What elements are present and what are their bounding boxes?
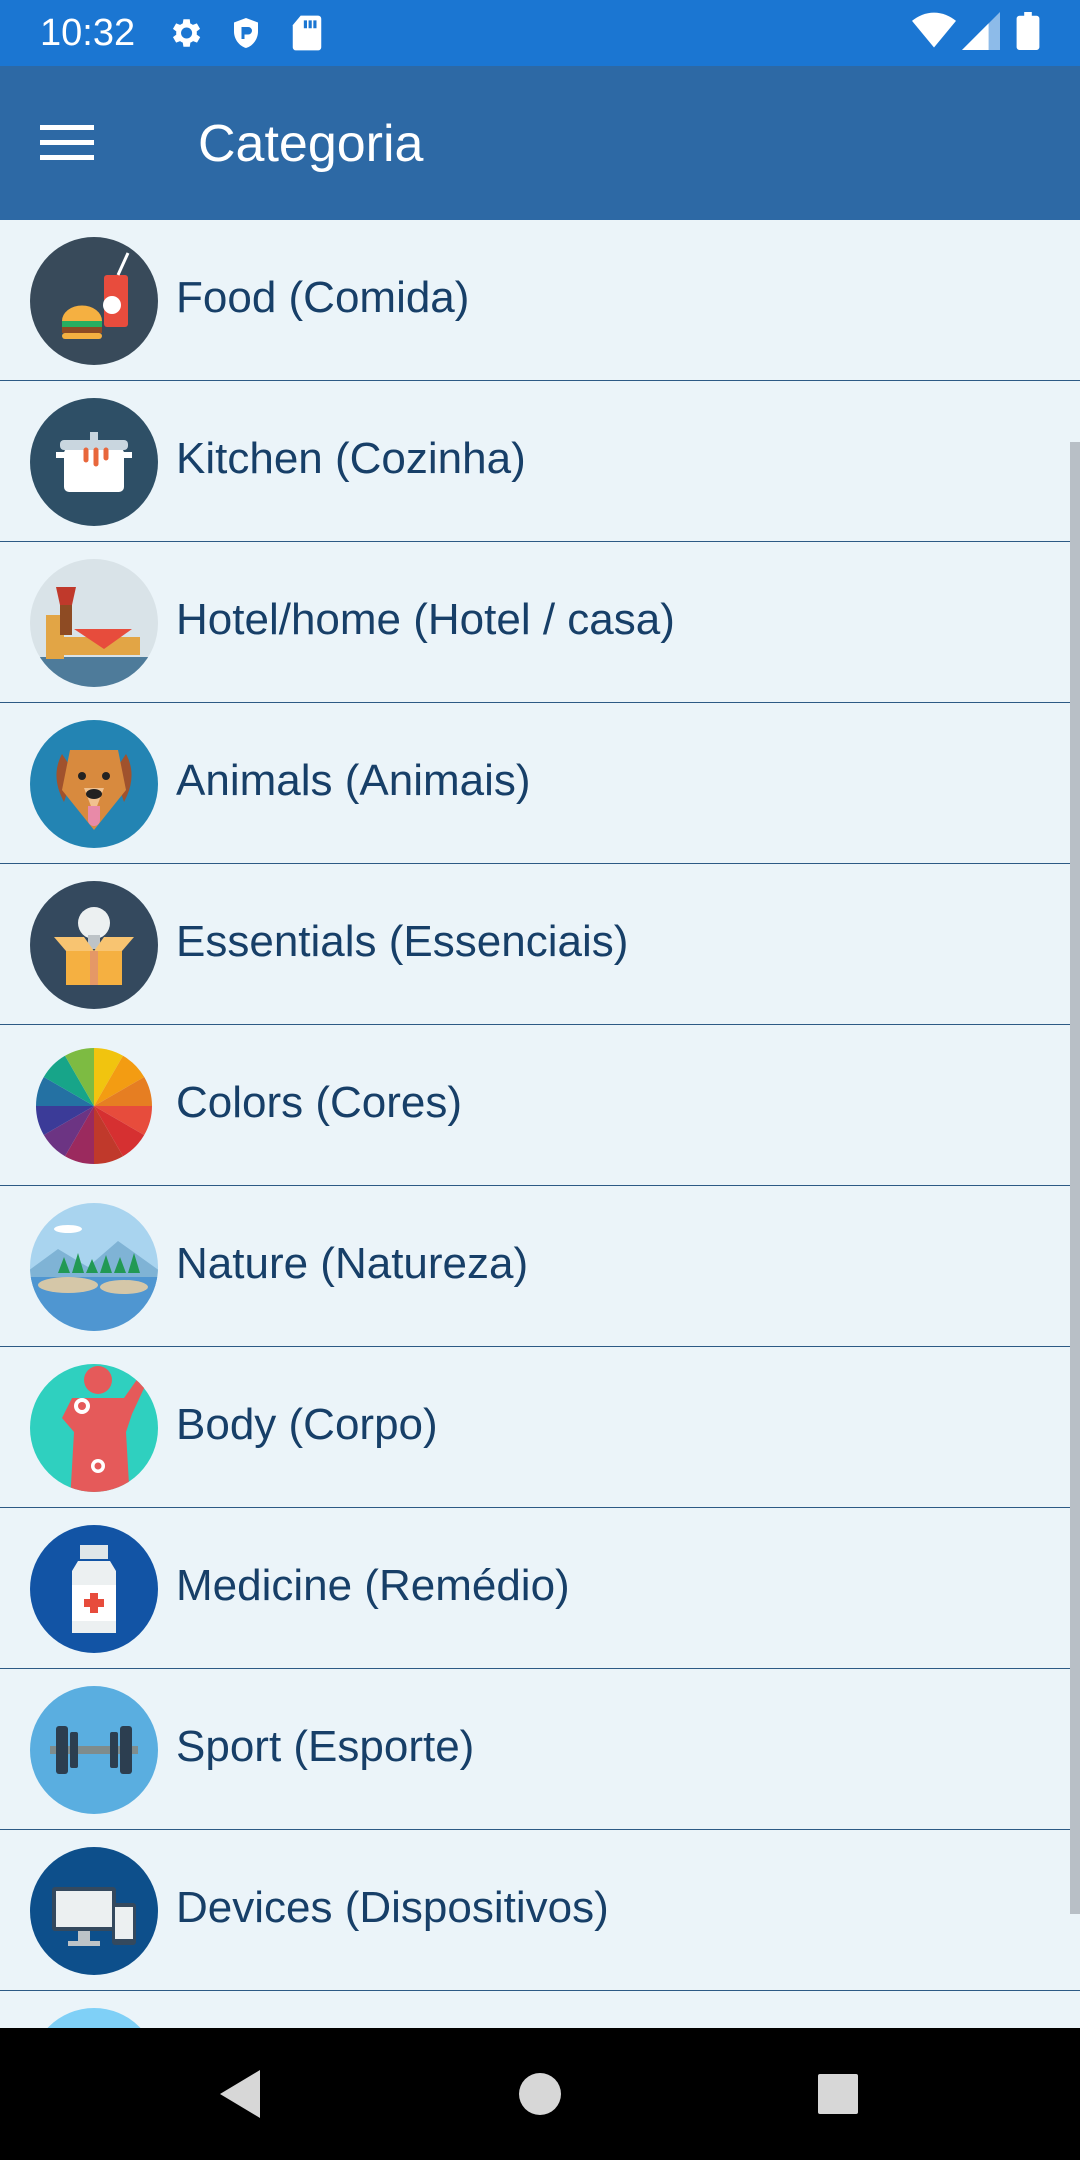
- landscape-icon: [28, 1201, 160, 1333]
- category-item-kitchen[interactable]: Kitchen (Cozinha): [0, 381, 1080, 542]
- category-item-body[interactable]: Body (Corpo): [0, 1347, 1080, 1508]
- category-item-devices[interactable]: Devices (Dispositivos): [0, 1830, 1080, 1991]
- page-title: Categoria: [198, 115, 424, 173]
- bed-lamp-icon: [28, 557, 160, 689]
- category-label: Kitchen (Cozinha): [176, 434, 526, 483]
- category-item-nature[interactable]: Nature (Natureza): [0, 1186, 1080, 1347]
- category-label: Animals (Animais): [176, 756, 531, 805]
- scrollbar[interactable]: [1070, 442, 1080, 1914]
- category-item-hotel-home[interactable]: Hotel/home (Hotel / casa): [0, 542, 1080, 703]
- category-item-food[interactable]: Food (Comida): [0, 220, 1080, 381]
- category-item-animals[interactable]: Animals (Animais): [0, 703, 1080, 864]
- dog-icon: [28, 718, 160, 850]
- hamburger-menu-icon[interactable]: [30, 106, 104, 180]
- category-label: Body (Corpo): [176, 1400, 438, 1449]
- home-icon[interactable]: [502, 2056, 578, 2132]
- recents-icon[interactable]: [800, 2056, 876, 2132]
- category-label: Food (Comida): [176, 273, 470, 322]
- signal-icon: [962, 12, 1000, 50]
- medicine-bottle-icon: [28, 1523, 160, 1655]
- battery-icon: [1016, 12, 1040, 50]
- shield-icon: [228, 14, 264, 52]
- back-icon[interactable]: [202, 2056, 278, 2132]
- color-wheel-icon: [28, 1040, 160, 1172]
- status-bar: 10:32: [0, 0, 1080, 66]
- category-item-essentials[interactable]: Essentials (Essenciais): [0, 864, 1080, 1025]
- category-label: Hotel/home (Hotel / casa): [176, 595, 675, 644]
- app-bar: Categoria: [0, 66, 1080, 220]
- box-bulb-icon: [28, 879, 160, 1011]
- devices-icon: [28, 1845, 160, 1977]
- food-icon: [28, 235, 160, 367]
- category-item-colors[interactable]: Colors (Cores): [0, 1025, 1080, 1186]
- partial-category-icon: [28, 2006, 160, 2028]
- kitchen-pot-icon: [28, 396, 160, 528]
- category-label: Colors (Cores): [176, 1078, 463, 1127]
- category-item-partial[interactable]: [0, 1991, 1080, 2028]
- settings-icon: [166, 14, 204, 52]
- category-label: Nature (Natureza): [176, 1239, 529, 1288]
- category-label: Essentials (Essenciais): [176, 917, 629, 966]
- category-list[interactable]: Food (Comida) Kitchen (Cozinha) Hotel/ho…: [0, 220, 1080, 2028]
- category-label: Medicine (Remédio): [176, 1561, 570, 1610]
- category-label: Devices (Dispositivos): [176, 1883, 609, 1932]
- category-item-medicine[interactable]: Medicine (Remédio): [0, 1508, 1080, 1669]
- body-icon: [28, 1362, 160, 1494]
- status-time: 10:32: [40, 12, 136, 54]
- dumbbell-icon: [28, 1684, 160, 1816]
- category-item-sport[interactable]: Sport (Esporte): [0, 1669, 1080, 1830]
- sd-card-icon: [290, 14, 324, 52]
- wifi-icon: [912, 12, 956, 50]
- navigation-bar: [0, 2028, 1080, 2160]
- category-label: Sport (Esporte): [176, 1722, 475, 1771]
